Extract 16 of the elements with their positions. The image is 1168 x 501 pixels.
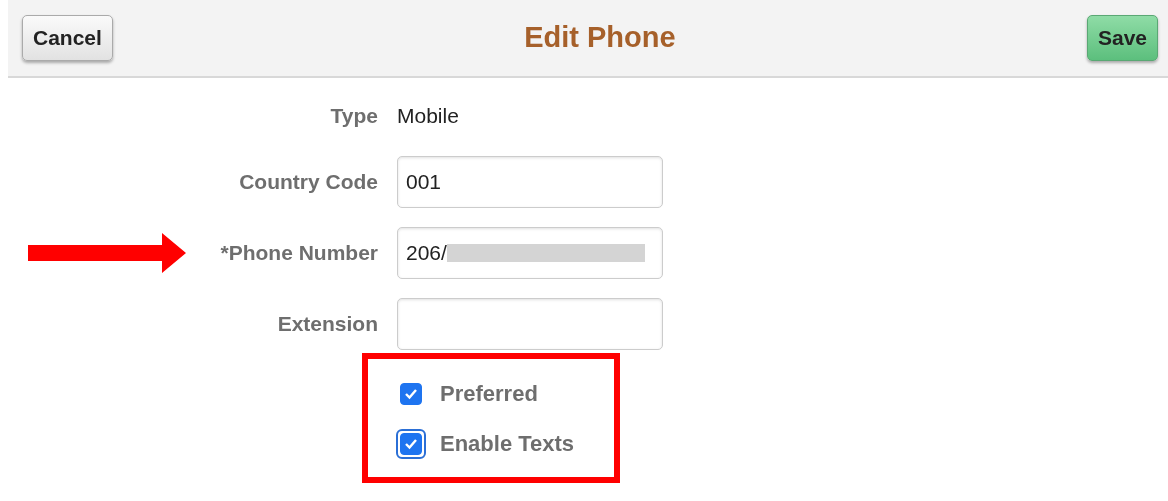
type-value: Mobile — [397, 103, 459, 129]
check-icon — [404, 387, 418, 400]
checkbox-label: Enable Texts — [440, 430, 575, 458]
type-label: Type — [330, 103, 378, 129]
checkbox[interactable] — [400, 432, 422, 455]
checkbox[interactable] — [400, 382, 422, 405]
input-field[interactable] — [397, 297, 663, 350]
cancel-button[interactable]: Cancel — [22, 15, 113, 61]
checkbox-label: Preferred — [440, 380, 538, 408]
input-field[interactable]: 001 — [397, 155, 663, 208]
field-label: *Phone Number — [220, 239, 378, 266]
save-button[interactable]: Save — [1086, 15, 1158, 61]
page-title: Edit Phone — [524, 20, 676, 56]
check-icon — [404, 437, 418, 450]
field-label: Extension — [277, 310, 378, 337]
field-label: Country Code — [239, 168, 378, 195]
